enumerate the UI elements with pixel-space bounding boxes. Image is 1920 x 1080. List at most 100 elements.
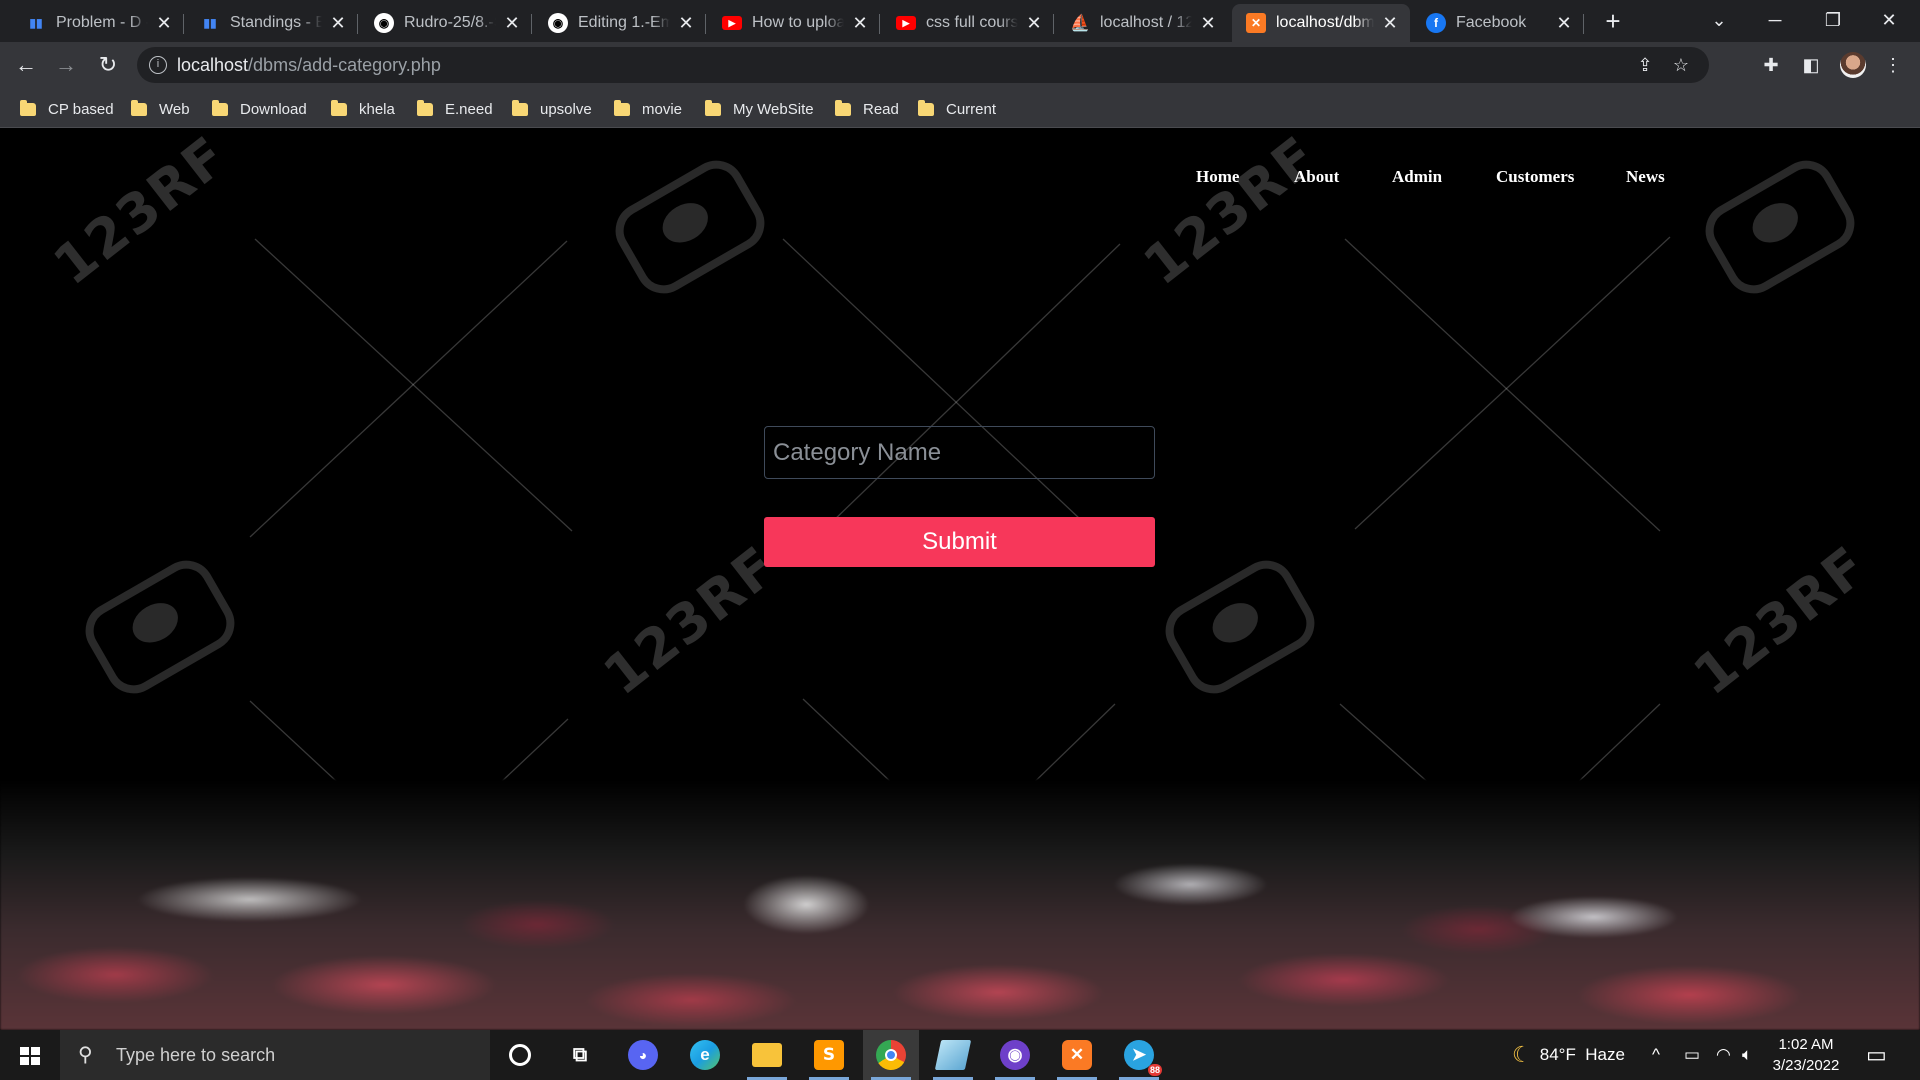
- github-desktop-icon[interactable]: ◉: [987, 1030, 1043, 1080]
- bookmark-label: movie: [642, 100, 683, 118]
- tab-title: css full course: [926, 14, 1018, 31]
- forward-button[interactable]: →: [50, 49, 82, 81]
- reload-button[interactable]: ↻: [92, 49, 124, 81]
- side-panel-icon[interactable]: ◧: [1798, 52, 1824, 78]
- submit-button[interactable]: Submit: [764, 517, 1155, 567]
- close-icon[interactable]: ✕: [1554, 13, 1574, 34]
- bookmark-star-icon[interactable]: ☆: [1669, 53, 1693, 77]
- folder-icon: [835, 99, 851, 116]
- taskbar-clock[interactable]: 1:02 AM 3/23/2022: [1760, 1034, 1852, 1076]
- browser-tab-strip: ▮▮ Problem - D - ✕ ▮▮ Standings - Ed ✕ ◉…: [0, 0, 1920, 42]
- bookmark-folder[interactable]: Download: [212, 98, 307, 120]
- folder-icon: [417, 99, 433, 116]
- start-button[interactable]: [0, 1030, 60, 1080]
- close-icon[interactable]: ✕: [1024, 13, 1044, 34]
- folder-icon: [212, 99, 228, 116]
- folder-icon: [918, 99, 934, 116]
- bar-chart-icon: ▮▮: [29, 16, 43, 30]
- cortana-icon[interactable]: [492, 1030, 548, 1080]
- browser-tab[interactable]: f Facebook ✕: [1412, 4, 1584, 42]
- notifications-icon[interactable]: ▭: [1866, 1030, 1887, 1080]
- tab-title: Problem - D -: [56, 14, 148, 31]
- address-bar[interactable]: i localhost/dbms/add-category.php ⇪ ☆: [137, 47, 1709, 83]
- bookmark-folder[interactable]: khela: [331, 98, 395, 120]
- menu-kebab-icon[interactable]: ⋮: [1880, 52, 1906, 78]
- close-icon[interactable]: ✕: [676, 13, 696, 34]
- window-close-button[interactable]: ✕: [1866, 0, 1912, 40]
- bookmark-folder[interactable]: movie: [614, 98, 682, 120]
- bookmark-label: Read: [863, 100, 899, 118]
- weather-widget[interactable]: ☾ 84°F Haze: [1512, 1030, 1625, 1080]
- discord-icon[interactable]: ◕: [615, 1030, 671, 1080]
- file-explorer-icon[interactable]: [739, 1030, 795, 1080]
- bookmark-label: My WebSite: [733, 100, 814, 118]
- back-button[interactable]: ←: [10, 49, 42, 81]
- page-viewport: 123RF 123RF 123RF 123RF Home About Admin…: [0, 129, 1920, 1030]
- task-view-icon[interactable]: ⧉: [552, 1030, 608, 1080]
- browser-tab[interactable]: ▶ How to upload ✕: [708, 4, 880, 42]
- tab-title: Facebook: [1456, 14, 1527, 31]
- chrome-icon[interactable]: [863, 1030, 919, 1080]
- weather-text: 84°F Haze: [1539, 1045, 1625, 1064]
- site-info-icon[interactable]: i: [149, 56, 167, 74]
- nav-admin-link[interactable]: Admin: [1392, 167, 1442, 187]
- folder-icon: [131, 99, 147, 116]
- restore-button[interactable]: ❐: [1810, 0, 1856, 40]
- browser-tab[interactable]: ▶ css full course ✕: [882, 4, 1054, 42]
- browser-tab[interactable]: ◉ Rudro-25/8.-S ✕: [360, 4, 532, 42]
- telegram-badge: 88: [1147, 1064, 1162, 1076]
- edge-icon[interactable]: e: [677, 1030, 733, 1080]
- wifi-icon[interactable]: ◠: [1716, 1030, 1731, 1080]
- close-icon[interactable]: ✕: [328, 13, 348, 34]
- extensions-icon[interactable]: ✚: [1758, 52, 1784, 78]
- windows-logo-icon: [20, 1047, 40, 1065]
- notes-app-icon[interactable]: [925, 1030, 981, 1080]
- nav-about-link[interactable]: About: [1294, 167, 1339, 187]
- xampp-icon[interactable]: ✕: [1049, 1030, 1105, 1080]
- bookmark-folder[interactable]: My WebSite: [705, 98, 814, 120]
- new-tab-button[interactable]: +: [1598, 6, 1628, 36]
- taskbar-search-box[interactable]: ⚲ Type here to search: [60, 1030, 490, 1080]
- bookmark-folder[interactable]: CP based: [20, 98, 114, 120]
- nav-customers-link[interactable]: Customers: [1496, 167, 1574, 187]
- url-text[interactable]: localhost/dbms/add-category.php: [177, 55, 441, 76]
- xampp-icon: ✕: [1246, 13, 1266, 33]
- tab-title: How to upload: [752, 14, 844, 31]
- browser-tab-active[interactable]: ✕ localhost/dbm ✕: [1232, 4, 1410, 42]
- browser-toolbar: ← → ↻ i localhost/dbms/add-category.php …: [0, 42, 1920, 88]
- youtube-icon: ▶: [896, 16, 916, 30]
- bookmark-label: Download: [240, 100, 307, 118]
- profile-avatar[interactable]: [1840, 52, 1866, 78]
- close-icon[interactable]: ✕: [502, 13, 522, 34]
- tab-title: localhost/dbm: [1276, 14, 1374, 31]
- browser-tab[interactable]: ⛵ localhost / 12 ✕: [1056, 4, 1228, 42]
- nav-news-link[interactable]: News: [1626, 167, 1665, 187]
- close-icon[interactable]: ✕: [850, 13, 870, 34]
- search-icon: ⚲: [78, 1044, 93, 1066]
- share-icon[interactable]: ⇪: [1633, 53, 1657, 77]
- telegram-icon[interactable]: ➤ 88: [1111, 1030, 1167, 1080]
- volume-icon[interactable]: 🔈︎: [1742, 1030, 1752, 1080]
- battery-icon[interactable]: ▭: [1684, 1030, 1700, 1080]
- browser-tab[interactable]: ▮▮ Standings - Ed ✕: [186, 4, 358, 42]
- sublime-text-icon[interactable]: S: [801, 1030, 857, 1080]
- bookmark-folder[interactable]: upsolve: [512, 98, 592, 120]
- bookmark-folder[interactable]: Current: [918, 98, 996, 120]
- url-path: /dbms/add-category.php: [248, 55, 441, 75]
- nav-home-link[interactable]: Home: [1196, 167, 1239, 187]
- search-placeholder: Type here to search: [116, 1044, 276, 1065]
- minimize-button[interactable]: ─: [1752, 0, 1798, 40]
- bookmark-folder[interactable]: E.need: [417, 98, 493, 120]
- close-icon[interactable]: ✕: [1380, 13, 1400, 34]
- category-name-input[interactable]: [764, 426, 1155, 479]
- close-icon[interactable]: ✕: [1198, 13, 1218, 34]
- bookmark-folder[interactable]: Web: [131, 98, 190, 120]
- tab-search-chevron-icon[interactable]: ⌄: [1696, 0, 1742, 40]
- browser-tab[interactable]: ◉ Editing 1.-Emp ✕: [534, 4, 706, 42]
- bar-chart-icon: ▮▮: [203, 16, 217, 30]
- show-hidden-icons-chevron-icon[interactable]: ^: [1652, 1030, 1660, 1080]
- browser-tab[interactable]: ▮▮ Problem - D - ✕: [12, 4, 184, 42]
- bookmark-label: khela: [359, 100, 395, 118]
- close-icon[interactable]: ✕: [154, 13, 174, 34]
- bookmark-folder[interactable]: Read: [835, 98, 899, 120]
